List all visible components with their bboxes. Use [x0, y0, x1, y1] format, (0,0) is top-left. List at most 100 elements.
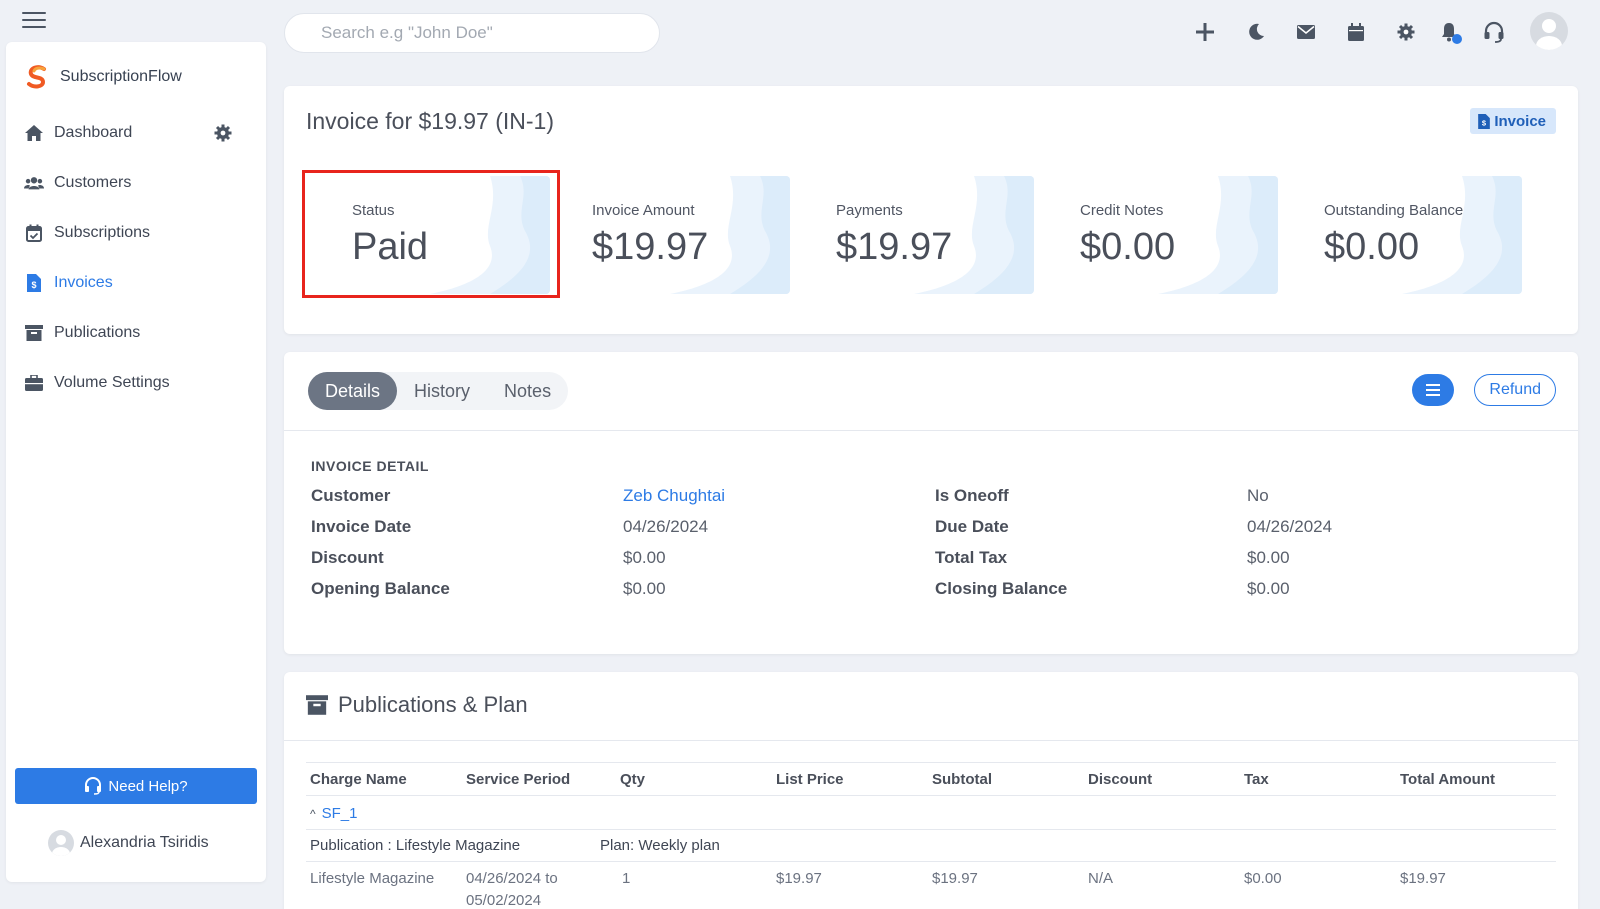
detail-key: Is Oneoff: [935, 486, 1009, 505]
detail-key: Discount: [311, 548, 384, 567]
sidebar-item-label: Publications: [54, 324, 141, 341]
chevron-up-icon: ^: [310, 807, 316, 821]
search-input[interactable]: [284, 13, 660, 53]
hamburger-menu-icon[interactable]: [22, 12, 46, 28]
divider: [284, 430, 1578, 431]
column-header: Total Amount: [1400, 771, 1495, 788]
calendar-icon[interactable]: [1338, 14, 1374, 50]
home-icon: [24, 123, 44, 143]
profile-avatar[interactable]: [1530, 12, 1568, 50]
support-headset-icon[interactable]: [1476, 14, 1512, 50]
invoice-icon: $: [24, 273, 44, 293]
column-header: Subtotal: [932, 771, 992, 788]
dashboard-settings-gear-icon[interactable]: [214, 124, 232, 147]
refund-button[interactable]: Refund: [1474, 374, 1556, 406]
group-toggle[interactable]: ^ SF_1: [310, 805, 358, 822]
svg-text:$: $: [31, 280, 36, 290]
stat-label: Outstanding Balance: [1324, 202, 1464, 219]
sidebar: SubscriptionFlow Dashboard Customers Sub…: [6, 42, 266, 882]
discount: N/A: [1088, 870, 1114, 887]
detail-tabs: Details History Notes: [308, 372, 569, 410]
publications-table: Charge Name Service Period Qty List Pric…: [306, 762, 1556, 909]
column-header: Tax: [1244, 771, 1269, 788]
actions-menu-button[interactable]: [1412, 374, 1454, 406]
detail-key: Total Tax: [935, 548, 1008, 567]
current-user[interactable]: Alexandria Tsiridis: [48, 830, 209, 856]
publications-title-label: Publications & Plan: [338, 692, 528, 717]
plan-label: Plan: Weekly plan: [600, 837, 720, 854]
stat-credit-notes: Credit Notes $0.00: [1034, 176, 1278, 294]
stat-label: Payments: [836, 202, 903, 219]
table-group-row[interactable]: ^ SF_1: [306, 796, 1556, 830]
stat-value: $19.97: [592, 226, 709, 268]
column-header: Qty: [620, 771, 646, 788]
sidebar-item-dashboard[interactable]: Dashboard: [6, 108, 266, 158]
calendar-check-icon: [24, 223, 44, 243]
stat-invoice-amount: Invoice Amount $19.97: [546, 176, 790, 294]
detail-key: Due Date: [935, 517, 1009, 536]
divider: [284, 740, 1578, 741]
stat-payments: Payments $19.97: [790, 176, 1034, 294]
sidebar-item-label: Customers: [54, 174, 132, 191]
group-link: SF_1: [321, 805, 358, 822]
publications-title: Publications & Plan: [306, 692, 528, 718]
invoice-summary-card: Invoice for $19.97 (IN-1) $ Invoice Stat…: [284, 86, 1578, 334]
invoice-title: Invoice for $19.97 (IN-1): [306, 108, 555, 134]
tax: $0.00: [1244, 870, 1282, 887]
detail-value: No: [1247, 486, 1269, 505]
need-help-button[interactable]: Need Help?: [15, 768, 257, 804]
brand[interactable]: SubscriptionFlow: [24, 64, 182, 90]
invoice-badge-icon: $: [1478, 113, 1491, 129]
publication-label: Publication : Lifestyle Magazine: [310, 837, 521, 854]
need-help-label: Need Help?: [108, 777, 188, 795]
brand-name: SubscriptionFlow: [60, 68, 182, 85]
column-header: Charge Name: [310, 771, 407, 788]
notifications-bell-icon[interactable]: [1432, 14, 1468, 50]
detail-value: $0.00: [1247, 548, 1290, 567]
sidebar-item-volume-settings[interactable]: Volume Settings: [6, 358, 266, 408]
sidebar-item-label: Volume Settings: [54, 374, 170, 391]
user-name: Alexandria Tsiridis: [80, 834, 209, 851]
stat-background-shape: [1158, 176, 1278, 294]
sidebar-item-subscriptions[interactable]: Subscriptions: [6, 208, 266, 258]
archive-icon: [24, 323, 44, 343]
detail-key: Opening Balance: [311, 579, 450, 598]
headset-icon: [85, 777, 102, 795]
sidebar-item-customers[interactable]: Customers: [6, 158, 266, 208]
qty: 1: [622, 870, 631, 887]
column-header: Service Period: [466, 771, 571, 788]
sidebar-item-invoices[interactable]: $ Invoices: [6, 258, 266, 308]
stat-value: $0.00: [1324, 226, 1420, 268]
table-header-row: Charge Name Service Period Qty List Pric…: [306, 762, 1556, 796]
sidebar-nav: Dashboard Customers Subscriptions $ Invo…: [6, 108, 266, 408]
status-highlight-box: [302, 170, 560, 298]
stat-value: $0.00: [1080, 226, 1176, 268]
notification-badge: [1452, 34, 1462, 44]
briefcase-icon: [24, 373, 44, 393]
list-price: $19.97: [776, 870, 822, 887]
settings-gear-icon[interactable]: [1388, 14, 1424, 50]
invoice-type-badge: $ Invoice: [1470, 108, 1556, 134]
tab-notes[interactable]: Notes: [487, 372, 568, 410]
invoice-details-card: Details History Notes Refund INVOICE DET…: [284, 352, 1578, 654]
detail-key: Invoice Date: [311, 517, 412, 536]
moon-icon[interactable]: [1238, 14, 1274, 50]
sidebar-item-publications[interactable]: Publications: [6, 308, 266, 358]
column-header: Discount: [1088, 771, 1153, 788]
detail-key: Customer: [311, 486, 391, 505]
tab-details[interactable]: Details: [308, 372, 398, 410]
mail-icon[interactable]: [1288, 14, 1324, 50]
brand-logo-icon: [27, 65, 46, 89]
customer-link[interactable]: Zeb Chughtai: [623, 486, 725, 506]
sidebar-item-label: Dashboard: [54, 124, 133, 141]
tab-history[interactable]: History: [397, 372, 487, 410]
invoice-badge-label: Invoice: [1494, 112, 1546, 130]
add-icon[interactable]: [1187, 14, 1223, 50]
detail-value: $0.00: [623, 579, 666, 598]
user-avatar: [48, 830, 74, 856]
detail-value: $0.00: [1247, 579, 1290, 598]
detail-value: 04/26/2024: [623, 517, 709, 536]
archive-icon: [306, 695, 328, 715]
table-row: Lifestyle Magazine 04/26/2024 to 05/02/2…: [306, 862, 1556, 909]
total-amount: $19.97: [1400, 870, 1446, 887]
